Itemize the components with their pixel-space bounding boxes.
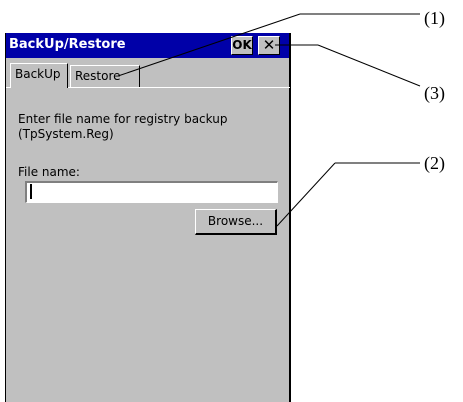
callout-line-3-tail bbox=[317, 44, 421, 87]
callout-line-1 bbox=[117, 13, 301, 77]
tab-backup[interactable]: BackUp bbox=[10, 63, 68, 88]
callout-line-2 bbox=[276, 162, 336, 227]
callout-lines bbox=[117, 13, 421, 227]
callout-label-2: (2) bbox=[424, 153, 445, 173]
tab-backup-label: BackUp bbox=[15, 67, 61, 81]
callout-label-3: (3) bbox=[424, 83, 445, 103]
callout-label-1: (1) bbox=[424, 8, 445, 28]
